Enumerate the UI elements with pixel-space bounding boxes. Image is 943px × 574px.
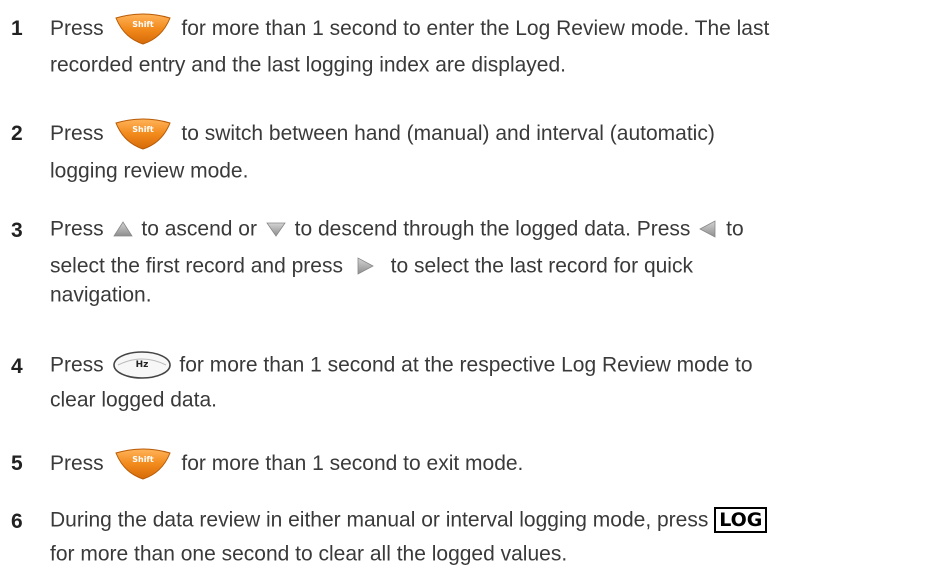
shift-key-icon: Shift — [114, 13, 171, 45]
step-text: to ascend or — [141, 217, 257, 241]
step-text: logging review mode. — [50, 159, 249, 183]
step-number: 2 — [11, 122, 23, 145]
step-text-line: Press Shift for more than 1 second to en… — [50, 12, 769, 46]
left-arrow-key-icon — [699, 220, 716, 239]
step-text: Press — [50, 452, 104, 475]
step-text: select the first record and press — [50, 254, 343, 278]
step-text: for more than 1 second at the respective… — [179, 353, 753, 377]
step-text: to select the last record for quick — [390, 254, 693, 278]
step-number: 4 — [11, 355, 23, 378]
step-text-line: During the data review in either manual … — [50, 505, 768, 535]
up-arrow-key-icon — [112, 221, 133, 237]
step-text: navigation. — [50, 283, 152, 307]
down-arrow-key-icon — [266, 223, 286, 238]
step-text: for more than 1 second to enter the Log … — [181, 17, 770, 40]
step-text: Press — [50, 122, 104, 145]
step-text: Press — [50, 353, 104, 377]
svg-text:Hz: Hz — [135, 360, 148, 370]
step-text-line: Press Shift for more than 1 second to ex… — [50, 447, 523, 481]
step-number: 1 — [11, 17, 23, 40]
step-text-line: Press Shift to switch between hand (manu… — [50, 117, 715, 151]
log-key-label: LOG — [714, 507, 768, 534]
step-text-line: logging review mode. — [50, 156, 248, 186]
step-text: clear logged data. — [50, 388, 217, 412]
step-text-line: clear logged data. — [50, 385, 217, 415]
svg-text:Shift: Shift — [132, 20, 154, 29]
step-text: recorded entry and the last logging inde… — [50, 53, 566, 77]
step-text: to — [726, 217, 744, 241]
shift-key-icon: Shift — [114, 118, 171, 150]
step-number: 5 — [11, 452, 23, 475]
svg-text:Shift: Shift — [132, 455, 154, 464]
step-text: for more than one second to clear all th… — [50, 542, 568, 566]
step-text-line: recorded entry and the last logging inde… — [50, 50, 566, 80]
step-text-line: navigation. — [50, 280, 152, 310]
step-text-line: Press to ascend or to descend through th… — [50, 214, 744, 244]
step-text-line: for more than one second to clear all th… — [50, 539, 567, 569]
step-text: Press — [50, 17, 104, 40]
step-text: to descend through the logged data. Pres… — [294, 217, 691, 241]
step-text-line: Press Hz for more than 1 second at the r… — [50, 350, 753, 380]
svg-text:Shift: Shift — [132, 125, 154, 134]
hz-key-icon: Hz — [112, 351, 171, 380]
step-text-line: select the first record and press to sel… — [50, 251, 693, 281]
step-number: 3 — [11, 219, 23, 242]
step-text: Press — [50, 217, 104, 241]
step-text: for more than 1 second to exit mode. — [181, 452, 524, 475]
shift-key-icon: Shift — [114, 448, 171, 480]
step-text: to switch between hand (manual) and inte… — [181, 122, 715, 145]
step-number: 6 — [11, 510, 23, 533]
right-arrow-key-icon — [357, 257, 374, 276]
step-text: During the data review in either manual … — [50, 508, 709, 532]
